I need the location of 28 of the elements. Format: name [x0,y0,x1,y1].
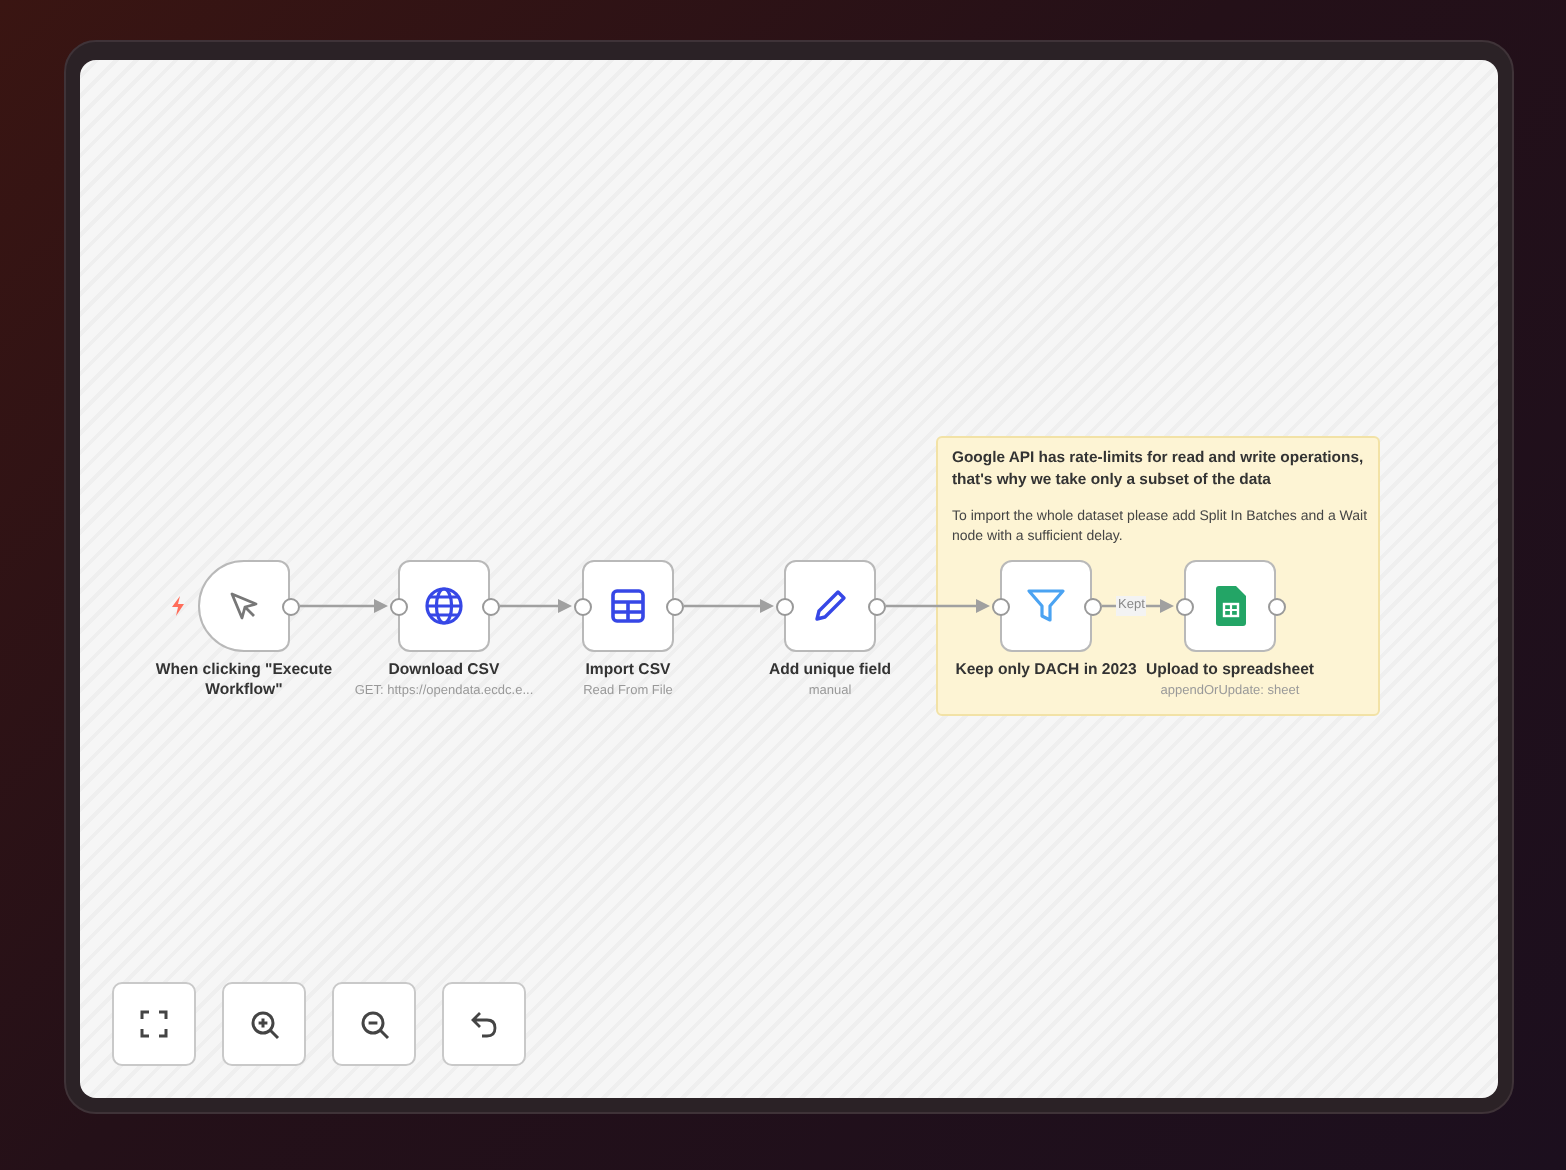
zoom-out-button[interactable] [332,982,416,1066]
connection-arrow [684,599,774,613]
input-handle[interactable] [389,597,407,615]
workflow-node[interactable] [582,560,674,652]
cursor-icon [226,588,262,624]
fit-view-icon [140,1010,168,1038]
workflow-node[interactable] [398,560,490,652]
lightning-icon [170,596,186,616]
connection-arrow [500,599,572,613]
fit-view-button[interactable] [112,982,196,1066]
table-icon [610,588,646,624]
connection-arrow [300,599,388,613]
zoom-in-button[interactable] [222,982,306,1066]
undo-button[interactable] [442,982,526,1066]
workflow-node[interactable] [784,560,876,652]
spreadsheet-icon [1215,586,1245,626]
input-handle[interactable] [775,597,793,615]
workflow-node[interactable] [198,560,290,652]
zoom-out-icon [359,1009,389,1039]
input-handle[interactable] [573,597,591,615]
connection-arrow [886,599,990,613]
workflow-node[interactable] [1184,560,1276,652]
zoom-in-icon [249,1009,279,1039]
funnel-icon [1026,588,1066,624]
pencil-icon [812,588,848,624]
undo-icon [470,1010,498,1038]
globe-icon [424,586,464,626]
workflow-node[interactable] [1000,560,1092,652]
